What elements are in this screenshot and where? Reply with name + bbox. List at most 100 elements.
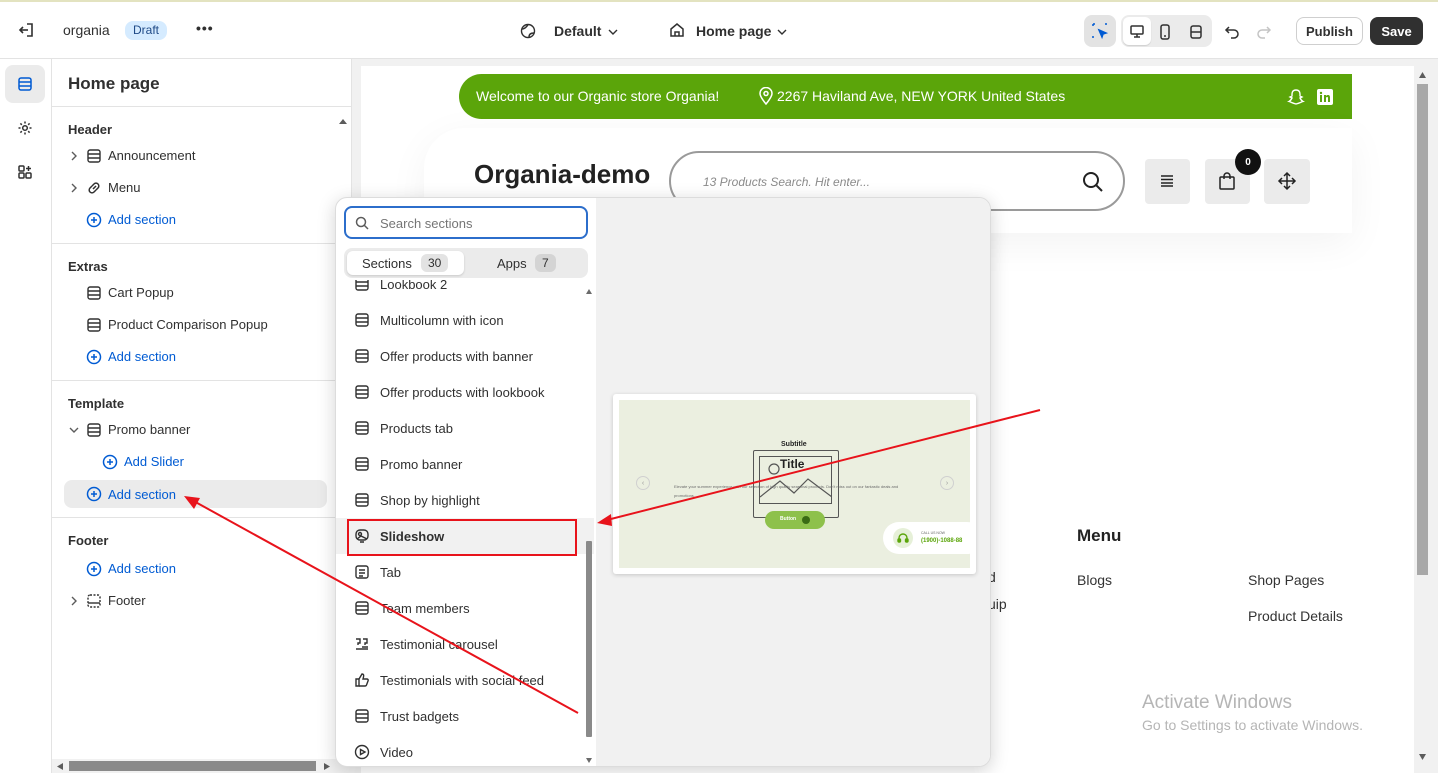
section-icon bbox=[355, 313, 369, 327]
chevron-right-icon bbox=[71, 596, 77, 606]
add-section-template[interactable]: Add section bbox=[64, 480, 327, 508]
list-item[interactable]: Offer products with banner bbox=[336, 338, 594, 374]
redo-icon[interactable] bbox=[1254, 22, 1274, 42]
desktop-view-button[interactable] bbox=[1123, 17, 1151, 45]
fullscreen-icon[interactable] bbox=[1186, 22, 1206, 42]
sidebar-item-footer[interactable]: Footer bbox=[52, 588, 352, 614]
more-icon[interactable]: ••• bbox=[196, 20, 214, 36]
list-item[interactable]: Shop by highlight bbox=[336, 482, 594, 518]
tab-label: Apps bbox=[497, 256, 527, 271]
store-logo[interactable]: Organia-demo bbox=[474, 159, 650, 190]
preview-scrollbar[interactable] bbox=[1414, 66, 1431, 773]
mobile-icon[interactable] bbox=[1155, 22, 1175, 42]
scrollbar-thumb[interactable] bbox=[1417, 84, 1428, 575]
list-item[interactable]: Offer products with lookbook bbox=[336, 374, 594, 410]
sidebar-item-promo-banner[interactable]: Promo banner bbox=[52, 417, 352, 443]
scroll-up-icon bbox=[586, 289, 592, 294]
activate-windows-title: Activate Windows bbox=[1142, 692, 1292, 713]
slideshow-icon bbox=[355, 529, 369, 543]
add-section-footer[interactable]: Add section bbox=[52, 556, 352, 582]
add-section-label: Add section bbox=[108, 561, 176, 576]
store-menu-button[interactable] bbox=[1145, 159, 1190, 204]
list-item[interactable]: Lookbook 2 bbox=[336, 280, 594, 302]
globe-icon bbox=[519, 22, 537, 40]
link-icon bbox=[88, 182, 100, 194]
sidebar-item-product-comparison-popup[interactable]: Product Comparison Popup bbox=[52, 312, 352, 338]
list-item[interactable]: Testimonial carousel bbox=[336, 626, 594, 662]
announcement-bar[interactable]: Welcome to our Organic store Organia! 22… bbox=[459, 74, 1352, 119]
address-text: 2267 Haviland Ave, NEW YORK United State… bbox=[777, 88, 1066, 104]
chevron-right-icon bbox=[71, 183, 77, 193]
exit-icon[interactable] bbox=[16, 20, 36, 40]
theme-selector[interactable]: Default bbox=[554, 23, 601, 39]
list-scrollbar-thumb[interactable] bbox=[586, 541, 592, 737]
sidebar-item-cart-popup[interactable]: Cart Popup bbox=[52, 280, 352, 306]
add-slider-button[interactable]: Add Slider bbox=[52, 449, 352, 475]
apps-icon[interactable] bbox=[16, 163, 34, 181]
status-badge: Draft bbox=[125, 21, 168, 40]
footer-link-shop-pages[interactable]: Shop Pages bbox=[1248, 572, 1324, 588]
chevron-right-icon bbox=[71, 151, 77, 161]
gear-icon[interactable] bbox=[16, 119, 34, 137]
page-selector[interactable]: Home page bbox=[696, 23, 771, 39]
chevron-down-icon bbox=[69, 427, 79, 433]
add-section-header[interactable]: Add section bbox=[52, 207, 352, 233]
picker-tabs: Sections 30 Apps 7 bbox=[344, 248, 588, 278]
thumbs-up-icon bbox=[355, 673, 369, 687]
list-item[interactable]: Tab bbox=[336, 554, 594, 590]
sidebar-item-label: Promo banner bbox=[108, 422, 191, 437]
list-item[interactable]: Trust badgets bbox=[336, 698, 594, 734]
preview-button-label: Button bbox=[780, 516, 797, 522]
plus-circle-icon bbox=[102, 454, 118, 470]
list-item-label: Lookbook 2 bbox=[380, 280, 448, 292]
chevron-down-icon[interactable] bbox=[775, 25, 789, 39]
preview-body: Elevate your summer experience with our … bbox=[674, 484, 899, 498]
chevron-down-icon[interactable] bbox=[606, 25, 620, 39]
divider bbox=[52, 380, 352, 381]
list-item[interactable]: Testimonials with social feed bbox=[336, 662, 594, 698]
save-button[interactable]: Save bbox=[1370, 17, 1423, 45]
search-icon bbox=[355, 216, 369, 230]
tab-count: 30 bbox=[421, 254, 449, 272]
list-item[interactable]: Video bbox=[336, 734, 594, 766]
section-icon bbox=[355, 601, 369, 615]
section-icon bbox=[355, 349, 369, 363]
preview-button: Button bbox=[765, 511, 825, 529]
group-title-header: Header bbox=[68, 122, 113, 137]
scrollbar-thumb[interactable] bbox=[69, 761, 316, 771]
list-item[interactable]: Products tab bbox=[336, 410, 594, 446]
add-section-label: Add section bbox=[108, 349, 176, 364]
publish-button[interactable]: Publish bbox=[1296, 17, 1363, 45]
tab-sections[interactable]: Sections 30 bbox=[347, 251, 464, 275]
sections-rail-button[interactable] bbox=[5, 65, 45, 103]
list-item[interactable]: Team members bbox=[336, 590, 594, 626]
plus-circle-icon bbox=[86, 561, 102, 577]
add-section-extras[interactable]: Add section bbox=[52, 344, 352, 370]
scroll-up-icon[interactable] bbox=[339, 112, 347, 124]
footer-link-product-details[interactable]: Product Details bbox=[1248, 608, 1343, 624]
scroll-down-icon bbox=[1419, 754, 1426, 760]
scroll-up-icon bbox=[1419, 72, 1426, 78]
list-item[interactable]: Multicolumn with icon bbox=[336, 302, 594, 338]
sidebar-item-label: Cart Popup bbox=[108, 285, 174, 300]
section-icon bbox=[355, 280, 369, 291]
section-search-input[interactable] bbox=[344, 206, 588, 239]
footer-link-blogs[interactable]: Blogs bbox=[1077, 572, 1112, 588]
scroll-left-icon bbox=[57, 763, 63, 770]
list-item[interactable]: Promo banner bbox=[336, 446, 594, 482]
slideshow-preview-image: Subtitle Title Elevate your summer exper… bbox=[619, 400, 970, 568]
sidebar-item-announcement[interactable]: Announcement bbox=[52, 143, 352, 169]
sidebar-item-menu[interactable]: Menu bbox=[52, 175, 352, 201]
undo-icon[interactable] bbox=[1222, 22, 1242, 42]
tab-apps[interactable]: Apps 7 bbox=[468, 251, 585, 275]
inspector-toggle[interactable] bbox=[1084, 15, 1116, 47]
horizontal-scrollbar[interactable] bbox=[52, 759, 352, 773]
store-move-button[interactable] bbox=[1264, 159, 1310, 204]
section-search-field[interactable] bbox=[380, 213, 578, 233]
list-item[interactable]: Slideshow bbox=[336, 518, 594, 554]
tab-label: Sections bbox=[362, 256, 412, 271]
desktop-icon bbox=[1130, 25, 1144, 38]
list-item-label: Slideshow bbox=[380, 529, 445, 544]
list-item-label: Tab bbox=[380, 565, 401, 580]
shopping-bag-icon bbox=[1219, 172, 1235, 190]
